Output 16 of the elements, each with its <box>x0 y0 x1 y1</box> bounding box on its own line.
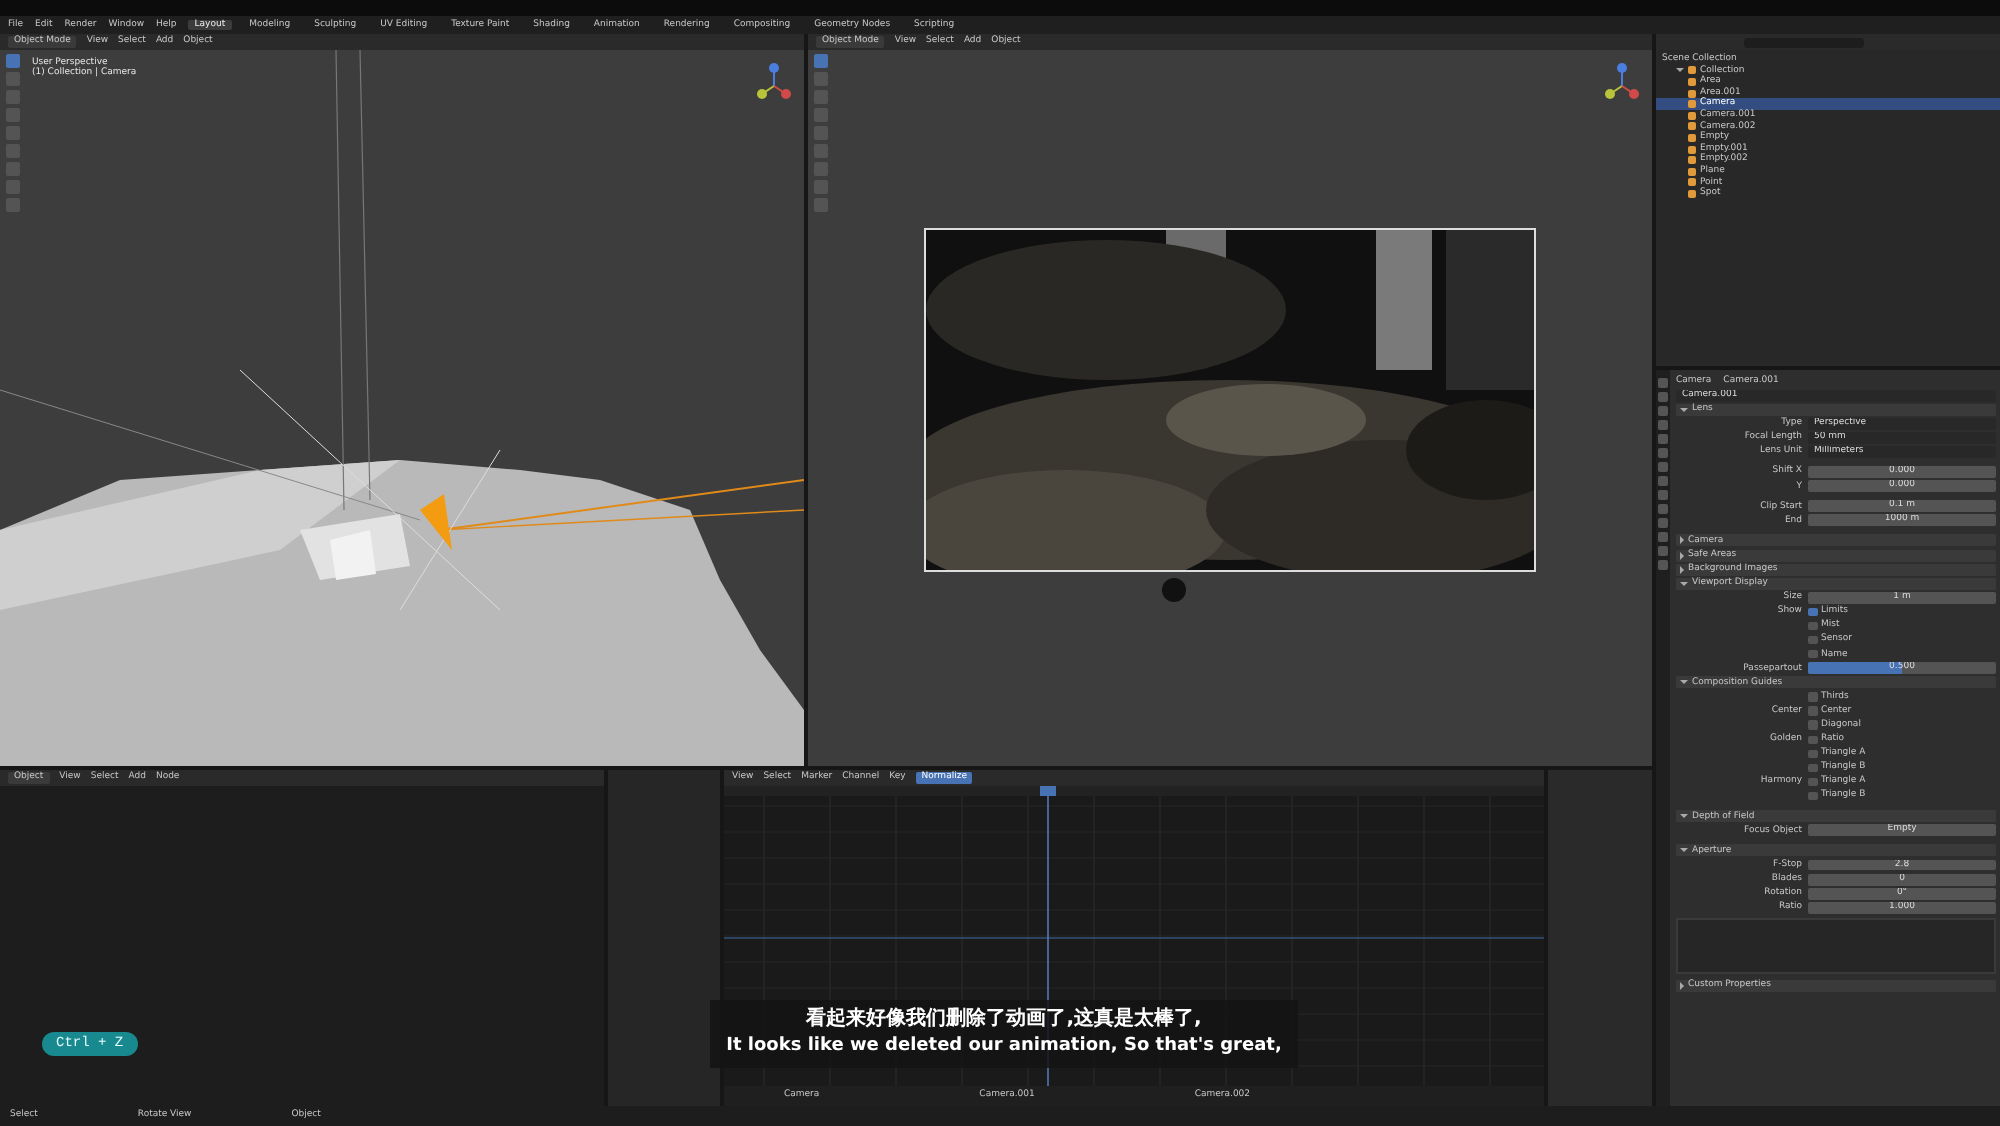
subtitle-text: It looks like we deleted our animation, So that's great, <box>724 1034 1284 1060</box>
checkbox[interactable] <box>1808 621 1817 631</box>
checkbox[interactable] <box>1808 749 1817 759</box>
checkbox[interactable] <box>1808 635 1817 645</box>
checkbox[interactable] <box>1808 607 1817 617</box>
caret-icon[interactable] <box>1676 68 1684 73</box>
checkbox[interactable] <box>1808 649 1817 659</box>
checkbox[interactable] <box>1808 791 1817 801</box>
checkbox[interactable] <box>1808 777 1817 787</box>
checkbox[interactable] <box>1808 720 1817 730</box>
checkbox[interactable] <box>1808 692 1817 702</box>
subtitle-text: 看起来好像我们删除了动画了,这真是太棒了, <box>804 1006 1204 1034</box>
checkbox[interactable] <box>1808 735 1817 745</box>
checkbox[interactable] <box>1808 706 1817 716</box>
circle-icon <box>1162 578 1186 602</box>
checkbox[interactable] <box>1808 763 1817 773</box>
